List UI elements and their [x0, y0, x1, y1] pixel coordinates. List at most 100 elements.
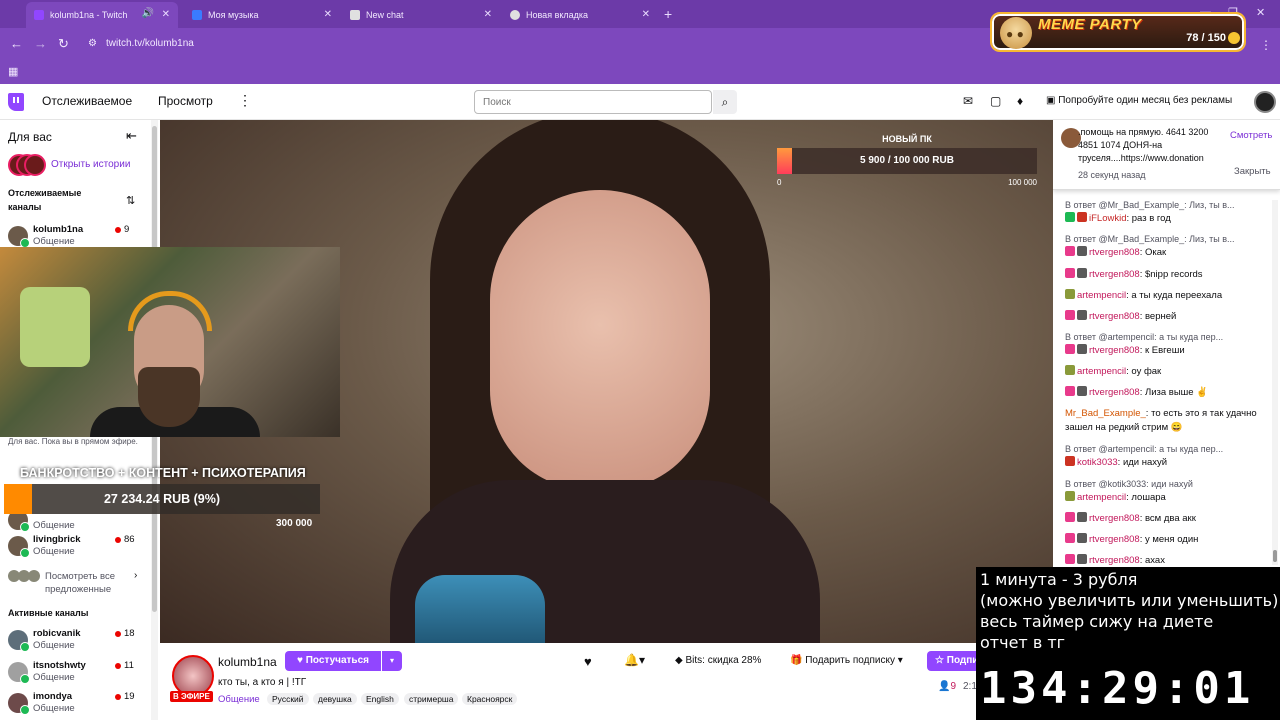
- chat-username[interactable]: artempencil: [1077, 366, 1126, 377]
- chat-username[interactable]: rtvergen808: [1089, 513, 1140, 524]
- chat-badge-icon[interactable]: [1065, 365, 1075, 375]
- stream-category[interactable]: Общение: [218, 694, 260, 705]
- close-button[interactable]: Закрыть: [1234, 166, 1271, 177]
- streamer-name[interactable]: kolumb1na: [218, 655, 277, 669]
- search-icon[interactable]: ⌕: [713, 90, 737, 114]
- gift-icon: 🎁: [790, 655, 806, 666]
- chat-username[interactable]: artempencil: [1077, 492, 1126, 503]
- live-badge: В ЭФИРЕ: [170, 691, 213, 702]
- speaker-icon[interactable]: 🔊: [142, 8, 154, 19]
- chat-badge-icon[interactable]: [1077, 386, 1087, 396]
- forward-icon[interactable]: →: [34, 36, 47, 51]
- open-stories-link[interactable]: Открыть истории: [51, 159, 130, 170]
- chat-badge-icon[interactable]: [1077, 212, 1087, 222]
- heart-icon[interactable]: ♥: [584, 654, 592, 669]
- live-dot: [115, 694, 121, 700]
- reload-icon[interactable]: ↻: [58, 36, 69, 52]
- chat-badge-icon[interactable]: [1065, 512, 1075, 522]
- viewers-value: 9: [950, 681, 957, 692]
- nav-following[interactable]: Отслеживаемое: [42, 94, 132, 108]
- chat-username[interactable]: rtvergen808: [1089, 269, 1140, 280]
- bits-button[interactable]: ◆ Bits: скидка 28%: [675, 655, 761, 666]
- ad-free-promo[interactable]: ▣ Попробуйте один месяц без рекламы: [1046, 95, 1232, 106]
- chat-badge-icon[interactable]: [1065, 533, 1075, 543]
- bits-label: Bits: скидка 28%: [685, 655, 762, 666]
- chat-badge-icon[interactable]: [1077, 310, 1087, 320]
- tag[interactable]: стримерша: [404, 693, 459, 705]
- chat-username[interactable]: rtvergen808: [1089, 534, 1140, 545]
- chat-username[interactable]: rtvergen808: [1089, 345, 1140, 356]
- sidebar-channel[interactable]: imondya Общение 19: [8, 691, 144, 717]
- chat-badge-icon[interactable]: [1065, 344, 1075, 354]
- user-avatar[interactable]: [1254, 91, 1276, 113]
- chat-badge-icon[interactable]: [1077, 268, 1087, 278]
- chat-badge-icon[interactable]: [1065, 289, 1075, 299]
- chat-badge-icon[interactable]: [1065, 386, 1075, 396]
- chat-badge-icon[interactable]: [1065, 268, 1075, 278]
- chat-username[interactable]: rtvergen808: [1089, 247, 1140, 258]
- search-input[interactable]: [474, 90, 712, 114]
- chat-badge-icon[interactable]: [1077, 512, 1087, 522]
- chrome-menu-icon[interactable]: ⋮: [1260, 38, 1272, 52]
- close-window-icon[interactable]: ✕: [1256, 6, 1265, 19]
- chat-badge-icon[interactable]: [1077, 554, 1087, 564]
- chat-text: : лошара: [1126, 492, 1166, 503]
- tag[interactable]: девушка: [313, 693, 357, 705]
- live-dot: [115, 663, 121, 669]
- whispers-icon[interactable]: ▢: [990, 94, 1001, 108]
- drops-icon[interactable]: ♦: [1017, 94, 1023, 108]
- sidebar-channel[interactable]: itsnotshwty Общение 11: [8, 660, 144, 686]
- sidebar-channel[interactable]: robicvanik Общение 18: [8, 628, 144, 654]
- tag[interactable]: English: [361, 693, 399, 705]
- tab-music[interactable]: Моя музыка ✕: [184, 2, 340, 28]
- twitch-logo-icon[interactable]: [8, 93, 24, 111]
- chat-username[interactable]: iFLowkid: [1089, 213, 1127, 224]
- chat-username[interactable]: rtvergen808: [1089, 387, 1140, 398]
- chat-username[interactable]: Mr_Bad_Example_: [1065, 408, 1146, 419]
- follow-dropdown[interactable]: ▾: [382, 651, 402, 671]
- stories-avatars[interactable]: [8, 154, 46, 176]
- see-all-suggested[interactable]: Посмотреть все предложенные ›: [8, 568, 144, 598]
- chat-username[interactable]: artempencil: [1077, 290, 1126, 301]
- notifications-bell-icon[interactable]: 🔔▾: [624, 653, 645, 667]
- chat-badge-icon[interactable]: [1077, 246, 1087, 256]
- chat-username[interactable]: rtvergen808: [1089, 311, 1140, 322]
- chat-badge-icon[interactable]: [1065, 212, 1075, 222]
- tab-new-tab[interactable]: Новая вкладка ✕: [502, 2, 658, 28]
- watch-button[interactable]: Смотреть: [1230, 130, 1272, 141]
- collapse-sidebar-icon[interactable]: ⇤: [126, 128, 137, 144]
- tag[interactable]: Русский: [267, 693, 309, 705]
- close-tab-icon[interactable]: ✕: [324, 9, 332, 20]
- bookmarks-bar: ▦: [0, 60, 1280, 84]
- close-tab-icon[interactable]: ✕: [484, 9, 492, 20]
- close-tab-icon[interactable]: ✕: [642, 9, 650, 20]
- back-icon[interactable]: ←: [10, 36, 23, 51]
- chat-badge-icon[interactable]: [1077, 344, 1087, 354]
- site-info-icon[interactable]: ⚙: [88, 33, 97, 55]
- chat-badge-icon[interactable]: [1065, 246, 1075, 256]
- url-field[interactable]: ⚙ twitch.tv/kolumb1na: [86, 33, 966, 55]
- chat-badge-icon[interactable]: [1065, 554, 1075, 564]
- gift-sub-button[interactable]: 🎁 Подарить подписку ▾: [790, 655, 903, 666]
- close-tab-icon[interactable]: ✕: [162, 9, 170, 20]
- chat-username[interactable]: rtvergen808: [1089, 555, 1140, 566]
- more-icon[interactable]: ⋮: [238, 92, 252, 109]
- new-tab-icon[interactable]: +: [664, 6, 672, 22]
- chat-username[interactable]: kotik3033: [1077, 457, 1118, 468]
- chat-scrollbar[interactable]: [1272, 200, 1278, 565]
- chat-badge-icon[interactable]: [1065, 310, 1075, 320]
- tab-twitch[interactable]: kolumb1na - Twitch 🔊 ✕: [26, 2, 178, 28]
- follow-button[interactable]: ♥ Постучаться: [285, 651, 381, 671]
- sort-icon[interactable]: ⇅: [126, 194, 135, 207]
- tag[interactable]: Красноярск: [462, 693, 518, 705]
- nav-browse[interactable]: Просмотр: [158, 94, 213, 108]
- chat-badge-icon[interactable]: [1065, 491, 1075, 501]
- apps-grid-icon[interactable]: ▦: [8, 65, 18, 78]
- chat-badge-icon[interactable]: [1077, 533, 1087, 543]
- chat-badge-icon[interactable]: [1065, 456, 1075, 466]
- stream-title: кто ты, а кто я | !TГ: [218, 677, 307, 688]
- inbox-icon[interactable]: ✉: [963, 94, 973, 108]
- chat-text: : раз в год: [1126, 213, 1171, 224]
- tab-new-chat[interactable]: New chat ✕: [342, 2, 500, 28]
- channel-avatar: [8, 662, 30, 684]
